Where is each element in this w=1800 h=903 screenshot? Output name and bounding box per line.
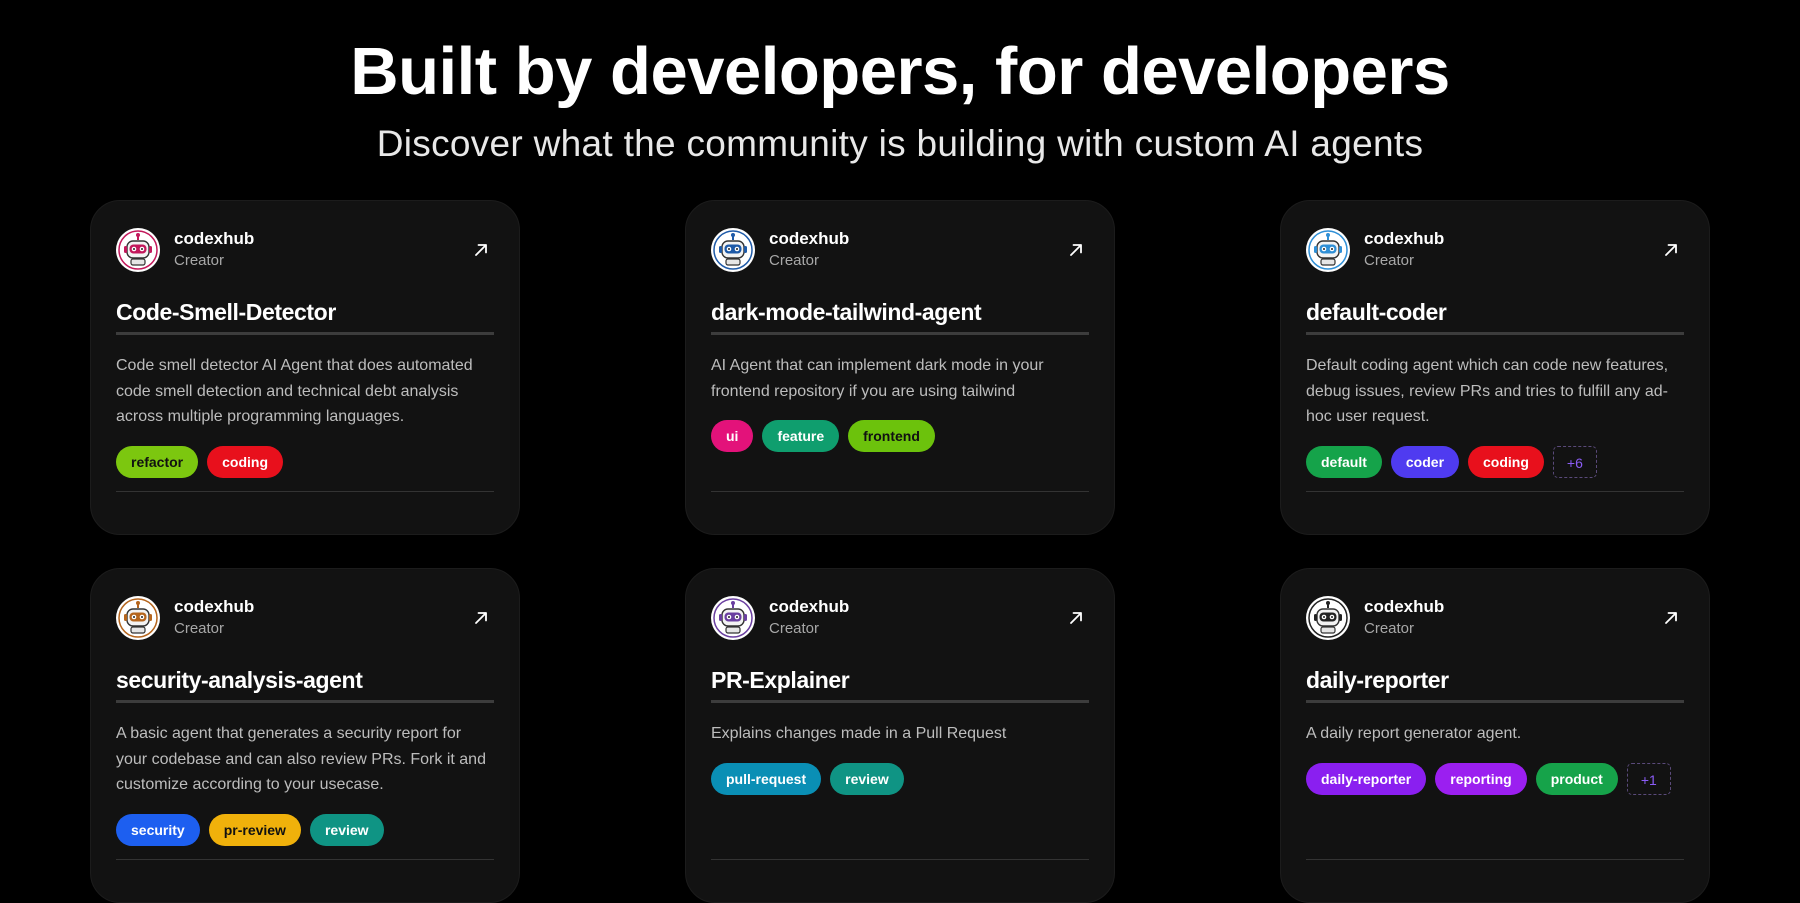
- card-divider: [1306, 491, 1684, 492]
- agent-title[interactable]: dark-mode-tailwind-agent: [711, 297, 1089, 335]
- tag-pr-review[interactable]: pr-review: [208, 813, 301, 846]
- robot-avatar-icon: [1306, 596, 1350, 640]
- creator-name: codexhub: [769, 597, 850, 616]
- card-divider: [116, 491, 494, 492]
- agent-card[interactable]: codexhub Creator daily-reporter A daily …: [1280, 568, 1710, 903]
- robot-avatar-icon: [711, 228, 755, 272]
- tag-refactor[interactable]: refactor: [116, 445, 199, 478]
- agent-card[interactable]: codexhub Creator default-coder Default c…: [1280, 200, 1710, 535]
- tag-list: default coder coding +6: [1306, 445, 1684, 478]
- agent-card[interactable]: codexhub Creator security-analysis-agent…: [90, 568, 520, 903]
- agent-title[interactable]: Code-Smell-Detector: [116, 297, 494, 335]
- tag-default[interactable]: default: [1306, 445, 1382, 478]
- card-header: codexhub Creator: [711, 595, 1089, 641]
- agent-card[interactable]: codexhub Creator Code-Smell-Detector Cod…: [90, 200, 520, 535]
- arrow-up-right-icon[interactable]: [1661, 608, 1681, 628]
- agent-description: A basic agent that generates a security …: [116, 725, 486, 793]
- tag-daily-reporter[interactable]: daily-reporter: [1306, 762, 1427, 795]
- more-tags-badge[interactable]: +1: [1626, 762, 1671, 795]
- tag-pull-request[interactable]: pull-request: [711, 762, 822, 795]
- agent-title[interactable]: security-analysis-agent: [116, 665, 494, 703]
- creator-info: codexhub Creator: [769, 596, 1066, 640]
- arrow-up-right-icon[interactable]: [1066, 240, 1086, 260]
- arrow-up-right-icon[interactable]: [1066, 608, 1086, 628]
- page-subtitle: Discover what the community is building …: [376, 123, 1424, 164]
- card-divider: [711, 491, 1089, 492]
- tag-review[interactable]: review: [830, 762, 904, 795]
- creator-name: codexhub: [174, 597, 255, 616]
- arrow-up-right-icon[interactable]: [1661, 240, 1681, 260]
- creator-role: Creator: [1364, 620, 1415, 637]
- card-header: codexhub Creator: [1306, 595, 1684, 641]
- tag-feature[interactable]: feature: [762, 420, 840, 452]
- robot-avatar-icon: [1306, 228, 1350, 272]
- agent-description: Code smell detector AI Agent that does a…: [116, 357, 473, 425]
- creator-role: Creator: [1364, 252, 1415, 269]
- creator-role: Creator: [769, 620, 820, 637]
- creator-name: codexhub: [1364, 597, 1445, 616]
- creator-info: codexhub Creator: [1364, 228, 1661, 272]
- robot-avatar-icon: [116, 228, 160, 272]
- creator-info: codexhub Creator: [769, 228, 1066, 272]
- agent-card[interactable]: codexhub Creator dark-mode-tailwind-agen…: [685, 200, 1115, 535]
- card-header: codexhub Creator: [1306, 227, 1684, 273]
- tag-review[interactable]: review: [309, 813, 384, 846]
- tag-coder[interactable]: coder: [1390, 445, 1460, 478]
- agent-grid: codexhub Creator Code-Smell-Detector Cod…: [90, 200, 1710, 903]
- creator-role: Creator: [174, 252, 225, 269]
- creator-role: Creator: [174, 620, 225, 637]
- tag-security[interactable]: security: [116, 813, 200, 846]
- agent-title[interactable]: daily-reporter: [1306, 665, 1684, 703]
- creator-role: Creator: [769, 252, 820, 269]
- card-header: codexhub Creator: [116, 227, 494, 273]
- agent-description: AI Agent that can implement dark mode in…: [711, 357, 1044, 400]
- tag-product[interactable]: product: [1535, 762, 1618, 795]
- creator-info: codexhub Creator: [174, 596, 471, 640]
- arrow-up-right-icon[interactable]: [471, 240, 491, 260]
- tag-list: daily-reporter reporting product +1: [1306, 762, 1684, 795]
- agent-title[interactable]: PR-Explainer: [711, 665, 1089, 703]
- robot-avatar-icon: [116, 596, 160, 640]
- tag-list: ui feature frontend: [711, 420, 1089, 452]
- tag-list: pull-request review: [711, 762, 1089, 795]
- card-header: codexhub Creator: [711, 227, 1089, 273]
- agent-description: Default coding agent which can code new …: [1306, 357, 1669, 425]
- agent-description: A daily report generator agent.: [1306, 725, 1522, 742]
- tag-ui[interactable]: ui: [711, 420, 754, 452]
- card-divider: [116, 859, 494, 860]
- arrow-up-right-icon[interactable]: [471, 608, 491, 628]
- tag-coding[interactable]: coding: [207, 445, 284, 478]
- card-divider: [1306, 859, 1684, 860]
- creator-info: codexhub Creator: [174, 228, 471, 272]
- card-divider: [711, 859, 1089, 860]
- tag-list: refactor coding: [116, 445, 494, 478]
- tag-list: security pr-review review: [116, 813, 494, 846]
- page-title: Built by developers, for developers: [350, 34, 1450, 109]
- robot-avatar-icon: [711, 596, 755, 640]
- agent-description: Explains changes made in a Pull Request: [711, 725, 1007, 742]
- tag-coding[interactable]: coding: [1468, 445, 1544, 478]
- creator-name: codexhub: [769, 229, 850, 248]
- creator-name: codexhub: [174, 229, 255, 248]
- creator-name: codexhub: [1364, 229, 1445, 248]
- more-tags-badge[interactable]: +6: [1552, 445, 1597, 478]
- creator-info: codexhub Creator: [1364, 596, 1661, 640]
- agent-card[interactable]: codexhub Creator PR-Explainer Explains c…: [685, 568, 1115, 903]
- card-header: codexhub Creator: [116, 595, 494, 641]
- tag-frontend[interactable]: frontend: [848, 420, 935, 452]
- agent-title[interactable]: default-coder: [1306, 297, 1684, 335]
- tag-reporting[interactable]: reporting: [1435, 762, 1527, 795]
